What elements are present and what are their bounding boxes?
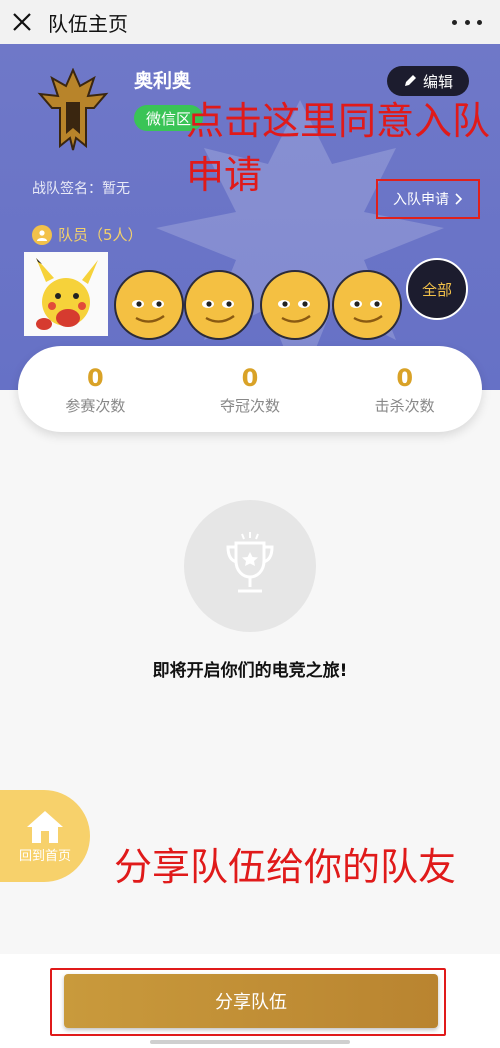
home-icon [26,810,63,843]
stat-championships: 0 夺冠次数 [173,346,328,432]
member-avatar[interactable] [24,252,108,336]
stats-card: 0 参赛次数 0 夺冠次数 0 击杀次数 [18,346,482,432]
members-count-label: 队员（5人） [58,226,143,244]
team-name: 奥利奥 [134,70,192,92]
bottom-bar: 分享队伍 [0,954,500,1048]
top-bar: 队伍主页 [0,0,500,44]
stat-matches: 0 参赛次数 [18,346,173,432]
stat-label: 夺冠次数 [220,396,281,415]
member-avatar[interactable] [114,270,184,340]
edit-button[interactable]: 编辑 [387,66,469,96]
share-team-button[interactable]: 分享队伍 [64,974,438,1028]
user-icon [32,224,52,245]
empty-state-illustration [184,500,316,632]
member-avatar-list: 全部 [24,252,484,340]
members-heading: 队员（5人） [32,224,143,245]
home-indicator [150,1040,350,1044]
stat-value: 0 [86,363,104,392]
pencil-icon [404,75,416,86]
annotation-share-hint: 分享队伍给你的队友 [114,845,457,889]
more-options-button[interactable] [452,10,482,34]
stat-kills: 0 击杀次数 [327,346,482,432]
member-avatar[interactable] [184,270,254,340]
all-members-button[interactable]: 全部 [406,258,468,320]
team-logo [37,68,109,151]
close-button[interactable] [0,0,44,44]
stat-value: 0 [241,363,259,392]
member-avatar[interactable] [332,270,402,340]
team-signature: 战队签名：暂无 [32,181,130,197]
team-header: 奥利奥 微信区 编辑 战队签名：暂无 入队申请 点击这里同意入队申请 队员（5人… [0,44,500,390]
empty-state-text: 即将开启你们的电竞之旅! [152,661,348,681]
edit-button-label: 编辑 [422,72,453,91]
more-icon-dot [477,19,482,25]
trophy-icon [226,532,274,593]
stat-label: 击杀次数 [374,396,435,415]
close-icon [13,13,31,31]
member-avatar[interactable] [260,270,330,340]
more-icon-dot [452,19,457,25]
page-title: 队伍主页 [48,11,128,36]
back-home-button[interactable]: 回到首页 [0,790,90,882]
back-home-label: 回到首页 [18,848,71,864]
stat-label: 参赛次数 [65,396,126,415]
more-icon-dot [464,19,470,25]
annotation-join-hint: 点击这里同意入队申请 [186,99,491,197]
stat-value: 0 [396,363,414,392]
